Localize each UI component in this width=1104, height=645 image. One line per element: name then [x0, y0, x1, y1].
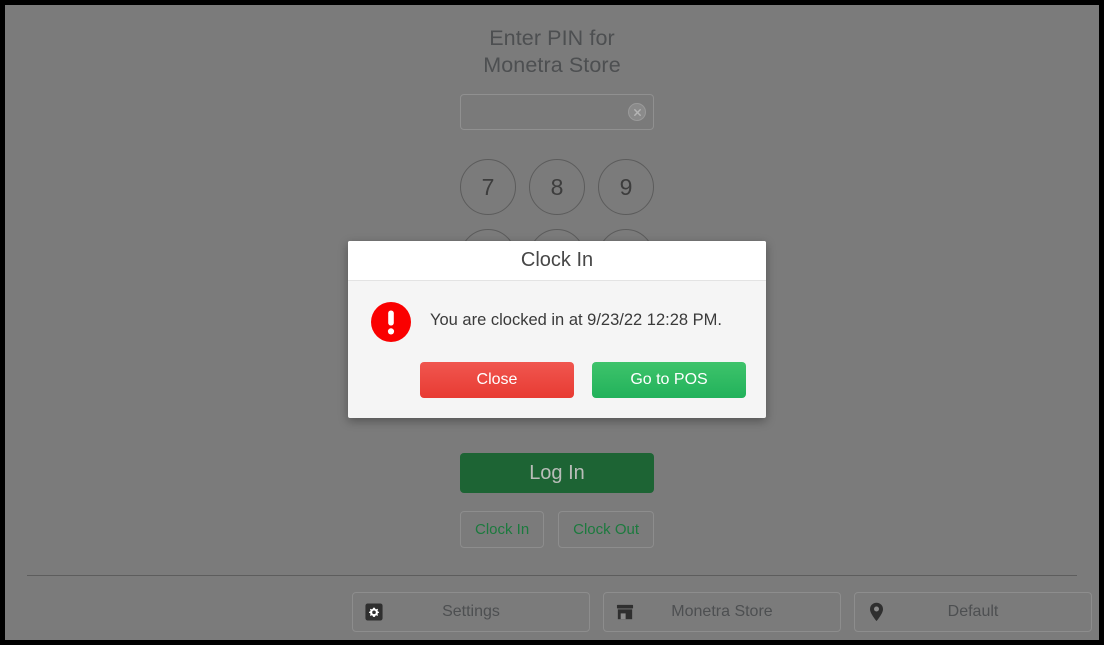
dialog-header: Clock In	[348, 241, 766, 281]
app-screen: Enter PIN for Monetra Store 7 8 9 4 5 6	[0, 0, 1104, 645]
go-to-pos-button[interactable]: Go to POS	[592, 362, 746, 398]
close-button[interactable]: Close	[420, 362, 574, 398]
dialog-title: Clock In	[520, 249, 594, 271]
clock-in-dialog: Clock In You are clocked in at 9/23/22 1…	[348, 241, 766, 418]
dialog-content-row: You are clocked in at 9/23/22 12:28 PM.	[368, 299, 746, 343]
dialog-message: You are clocked in at 9/23/22 12:28 PM.	[430, 311, 723, 329]
modal-overlay: Clock In You are clocked in at 9/23/22 1…	[5, 5, 1099, 640]
alert-exclamation-icon	[370, 301, 412, 343]
dialog-actions: Close Go to POS	[368, 362, 746, 398]
dialog-body: You are clocked in at 9/23/22 12:28 PM. …	[348, 281, 766, 418]
